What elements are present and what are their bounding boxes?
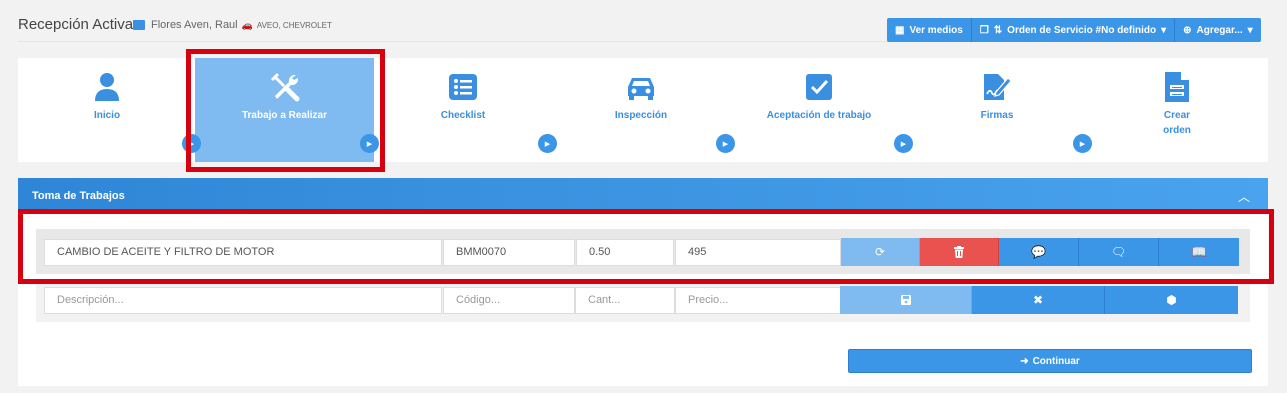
cubes-button[interactable]: ⬢ — [1105, 286, 1238, 314]
client-name: Flores Aven, Raul — [151, 19, 238, 31]
new-description-input[interactable]: Descripción... — [44, 287, 442, 314]
client-info: Flores Aven, Raul 🚗 AVEO, CHEVROLET — [133, 19, 332, 31]
caret-down-icon: ▾ — [1161, 24, 1167, 36]
step-firmas[interactable]: Firmas — [908, 58, 1086, 162]
new-code-input[interactable]: Código... — [443, 287, 575, 314]
toolbar: ▦ Ver medios ❐ ⇅ Orden de Servicio #No d… — [887, 18, 1261, 42]
car-icon — [626, 72, 656, 102]
save-icon — [900, 295, 911, 305]
step-label: Crear orden — [1163, 110, 1191, 136]
agregar-label: Agregar... — [1196, 24, 1243, 36]
arrow-circle-right-icon: ➜ — [1020, 355, 1029, 367]
step-crear-orden[interactable]: Crear orden — [1086, 58, 1268, 162]
sort-icon: ⇅ — [993, 24, 1003, 36]
highlight-box — [18, 209, 1274, 284]
vehicle-name: AVEO, CHEVROLET — [256, 20, 332, 30]
tools-button[interactable]: ✖ — [972, 286, 1105, 314]
agregar-dropdown[interactable]: ⊕ Agregar... ▾ — [1175, 18, 1261, 42]
step-label: Inicio — [93, 110, 121, 121]
step-inicio[interactable]: Inicio — [18, 58, 196, 162]
id-card-icon — [133, 20, 145, 30]
ver-medios-label: Ver medios — [909, 24, 963, 36]
document-icon — [1162, 72, 1192, 102]
step-arrow-icon[interactable]: ▶ — [538, 134, 557, 153]
step-label: Checklist — [440, 110, 486, 121]
step-arrow-icon[interactable]: ▶ — [716, 134, 735, 153]
new-price-input[interactable]: Precio... — [675, 287, 841, 314]
continue-button[interactable]: ➜ Continuar — [848, 349, 1252, 373]
step-checklist[interactable]: Checklist — [374, 58, 552, 162]
step-aceptacion[interactable]: Aceptación de trabajo — [730, 58, 908, 162]
new-quantity-input[interactable]: Cant... — [575, 287, 675, 314]
step-inspeccion[interactable]: Inspección — [552, 58, 730, 162]
panel-title: Toma de Trabajos — [32, 190, 125, 202]
grid-icon: ▦ — [895, 24, 905, 36]
step-label: Inspección — [614, 110, 668, 121]
car-icon: 🚗 — [241, 19, 253, 30]
cubes-icon: ⬢ — [1166, 293, 1177, 307]
tools-icon: ✖ — [1032, 293, 1044, 307]
chevron-up-icon[interactable]: ︿ — [1238, 188, 1250, 205]
page-title: Recepción Activa — [18, 16, 134, 33]
continue-label: Continuar — [1032, 355, 1080, 367]
copy-icon: ❐ — [979, 24, 989, 36]
highlight-box — [186, 49, 385, 172]
orden-servicio-label: Orden de Servicio #No definido — [1007, 24, 1157, 36]
caret-down-icon: ▾ — [1247, 24, 1253, 36]
checkbox-icon — [804, 72, 834, 102]
orden-servicio-dropdown[interactable]: ❐ ⇅ Orden de Servicio #No definido ▾ — [971, 18, 1176, 42]
step-arrow-icon[interactable]: ▶ — [1073, 134, 1092, 153]
list-icon — [448, 72, 478, 102]
step-arrow-icon[interactable]: ▶ — [894, 134, 913, 153]
step-label: Firmas — [980, 110, 1014, 121]
step-label: Aceptación de trabajo — [766, 110, 872, 121]
plus-circle-icon: ⊕ — [1183, 24, 1192, 36]
save-button[interactable] — [840, 286, 972, 314]
user-icon — [92, 72, 122, 102]
ver-medios-button[interactable]: ▦ Ver medios — [887, 18, 972, 42]
signature-icon — [982, 72, 1012, 102]
